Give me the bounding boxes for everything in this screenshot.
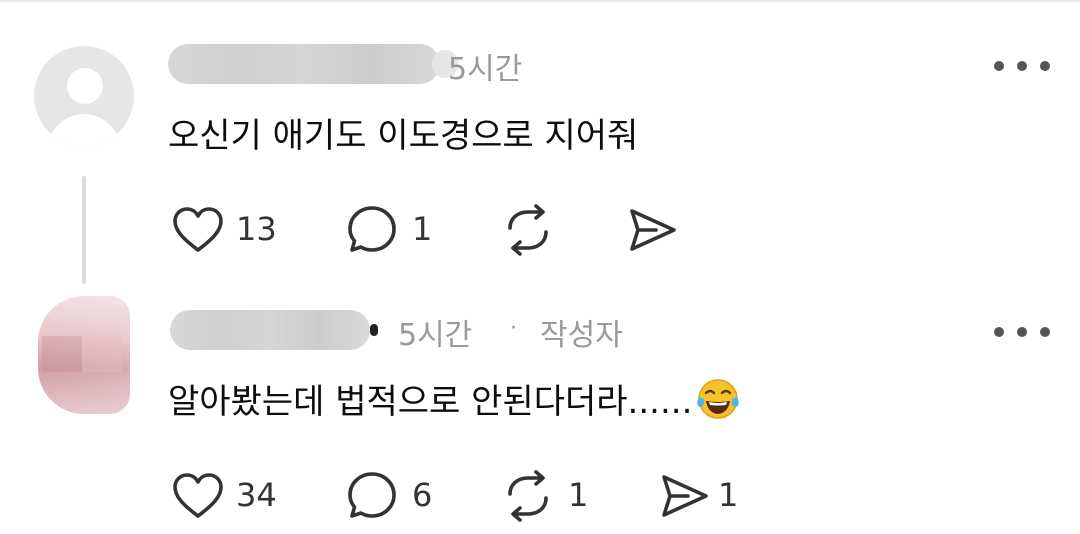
comment-bubble-icon[interactable] <box>346 470 398 522</box>
heart-icon[interactable] <box>172 206 224 254</box>
top-divider <box>0 0 1080 2</box>
like-count: 34 <box>236 476 277 514</box>
comment-text-body: 알아봤는데 법적으로 안된다더라...... <box>168 382 693 422</box>
repost-icon[interactable] <box>498 204 558 256</box>
author-badge: 작성자 <box>540 318 623 353</box>
reply-count: 6 <box>412 476 433 514</box>
comment-bubble-icon[interactable] <box>346 204 398 256</box>
post-time: 5시간 <box>448 52 523 87</box>
more-options-icon[interactable] <box>994 320 1050 344</box>
meta-separator: · <box>510 316 517 341</box>
comment-text: 오신기 애기도 이도경으로 지어줘 <box>168 116 639 156</box>
post-time: 5시간 <box>398 318 473 353</box>
thread-connector-line <box>82 176 86 284</box>
heart-icon[interactable] <box>172 472 224 520</box>
reply-count: 1 <box>412 210 433 248</box>
avatar-default-icon[interactable] <box>34 46 134 146</box>
comment-text: 알아봤는데 법적으로 안된다더라...... <box>168 374 740 423</box>
repost-icon[interactable] <box>498 470 558 522</box>
like-count: 13 <box>236 210 277 248</box>
more-options-icon[interactable] <box>994 54 1050 78</box>
face-with-tears-of-joy-icon <box>697 379 740 419</box>
username-blurred[interactable] <box>170 310 378 350</box>
repost-count: 1 <box>568 476 589 514</box>
share-count: 1 <box>718 476 739 514</box>
username-blurred[interactable] <box>168 44 458 84</box>
send-icon[interactable] <box>658 472 710 520</box>
send-icon[interactable] <box>626 206 678 254</box>
avatar-blurred[interactable] <box>38 296 130 414</box>
